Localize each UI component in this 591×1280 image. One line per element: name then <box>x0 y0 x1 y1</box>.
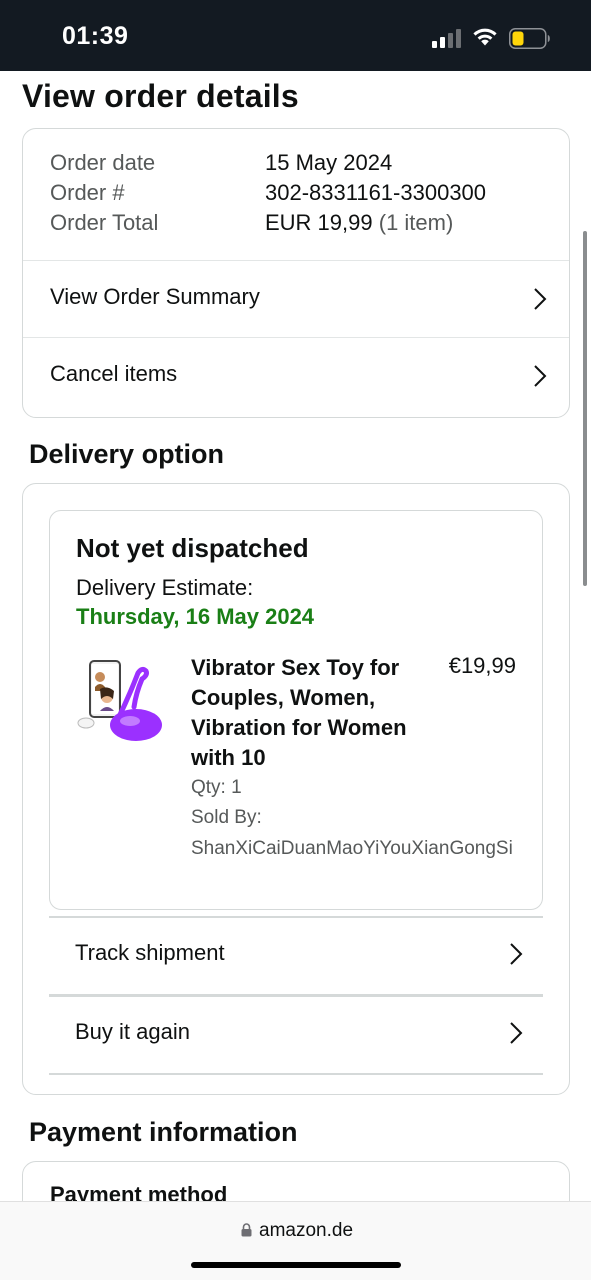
delivery-estimate-date: Thursday, 16 May 2024 <box>76 604 315 629</box>
order-total-row: Order Total EUR 19,99 (1 item) <box>50 210 453 236</box>
battery-icon <box>509 28 550 49</box>
order-number-row: Order # 302-8331161-3300300 <box>50 180 486 206</box>
buy-it-again-label: Buy it again <box>75 1019 190 1044</box>
scrollbar[interactable] <box>583 231 587 586</box>
order-date-value: 15 May 2024 <box>265 150 393 175</box>
payment-method-label: Payment method <box>50 1182 228 1201</box>
order-number-label: Order # <box>50 180 125 205</box>
status-bar: 01:39 <box>0 0 591 71</box>
cancel-items-link[interactable]: Cancel items <box>23 337 569 414</box>
shipment-box: Not yet dispatched Delivery Estimate: Th… <box>49 510 543 910</box>
cellular-signal-icon <box>432 28 462 48</box>
delivery-section-title: Delivery option <box>29 439 225 469</box>
product-title-link[interactable]: Vibrator Sex Toy for Couples, Women, Vib… <box>191 653 411 773</box>
track-shipment-label: Track shipment <box>75 940 225 965</box>
order-total-label: Order Total <box>50 210 159 235</box>
cancel-items-label: Cancel items <box>50 361 178 386</box>
order-number-value: 302-8331161-3300300 <box>265 180 487 205</box>
payment-section-title: Payment information <box>29 1117 298 1147</box>
product-quantity: Qty: 1 <box>191 777 242 798</box>
chevron-right-icon <box>534 288 547 310</box>
delivery-estimate-label: Delivery Estimate: <box>76 575 254 600</box>
chevron-right-icon <box>534 365 547 387</box>
delivery-card: Not yet dispatched Delivery Estimate: Th… <box>22 483 570 1095</box>
product-image[interactable] <box>76 659 172 745</box>
order-total-value: EUR 19,99 (1 item) <box>265 210 453 236</box>
view-order-summary-link[interactable]: View Order Summary <box>23 260 569 337</box>
chevron-right-icon <box>510 1022 523 1044</box>
track-shipment-link[interactable]: Track shipment <box>49 918 543 995</box>
chevron-right-icon <box>510 943 523 965</box>
browser-address-bar[interactable]: amazon.de <box>0 1201 591 1280</box>
product-price: €19,99 <box>448 653 516 678</box>
buy-it-again-link[interactable]: Buy it again <box>49 997 543 1074</box>
view-order-summary-label: View Order Summary <box>50 284 260 309</box>
lock-icon <box>241 1223 252 1237</box>
order-date-label: Order date <box>50 150 156 175</box>
order-total-amount: EUR 19,99 <box>265 210 373 235</box>
order-summary-card: Order date 15 May 2024 Order # 302-83311… <box>22 128 570 418</box>
status-time: 01:39 <box>62 22 129 50</box>
payment-card: Payment method <box>22 1161 570 1201</box>
divider <box>49 1073 543 1075</box>
page-content: View order details Order date 15 May 202… <box>0 71 591 1201</box>
wifi-icon <box>473 28 497 46</box>
seller-name: ShanXiCaiDuanMaoYiYouXianGongSi <box>191 838 513 859</box>
order-date-row: Order date 15 May 2024 <box>50 150 392 176</box>
url-text: amazon.de <box>259 1220 354 1241</box>
sold-by-label: Sold By: <box>191 807 262 828</box>
home-indicator[interactable] <box>191 1262 401 1268</box>
order-item-count: (1 item) <box>378 210 454 235</box>
page-title: View order details <box>22 78 299 114</box>
shipment-status: Not yet dispatched <box>76 533 309 563</box>
